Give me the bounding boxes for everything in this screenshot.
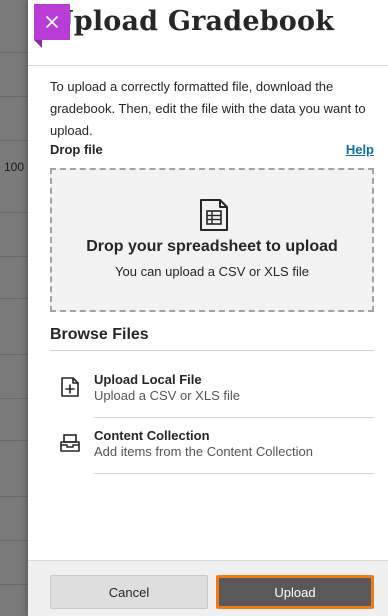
divider: [50, 350, 374, 351]
spreadsheet-icon: [200, 199, 228, 231]
grid-line: [0, 496, 28, 497]
panel-footer: Cancel Upload: [28, 560, 388, 616]
divider: [94, 417, 374, 418]
upload-local-file-option[interactable]: Upload Local File Upload a CSV or XLS fi…: [50, 364, 374, 418]
drop-zone-subtitle: You can upload a CSV or XLS file: [115, 264, 309, 279]
close-button[interactable]: [34, 4, 70, 48]
divider: [94, 473, 374, 474]
drop-zone[interactable]: Drop your spreadsheet to upload You can …: [50, 168, 374, 312]
grid-line: [0, 354, 28, 355]
page-title: Upload Gradebook: [50, 6, 335, 37]
grid-line: [0, 140, 28, 141]
help-link[interactable]: Help: [346, 142, 374, 157]
gradebook-background: 100: [0, 0, 28, 616]
grid-line: [0, 212, 28, 213]
grid-line: [0, 440, 28, 441]
cancel-button[interactable]: Cancel: [50, 575, 208, 609]
option-title: Upload Local File: [94, 372, 202, 387]
upload-file-icon: [61, 377, 79, 397]
browse-files-heading: Browse Files: [50, 326, 149, 343]
grid-line: [0, 584, 28, 585]
option-title: Content Collection: [94, 428, 210, 443]
gradebook-cell-value: 100: [4, 160, 25, 174]
drop-file-label: Drop file: [50, 142, 103, 157]
close-icon: [46, 16, 58, 28]
grid-line: [0, 398, 28, 399]
upload-gradebook-panel: Upload Gradebook To upload a correctly f…: [28, 0, 388, 616]
drop-zone-title: Drop your spreadsheet to upload: [86, 238, 338, 255]
grid-line: [0, 256, 28, 257]
grid-line: [0, 96, 28, 97]
option-subtitle: Upload a CSV or XLS file: [94, 388, 240, 403]
grid-line: [0, 52, 28, 53]
intro-text: To upload a correctly formatted file, do…: [50, 79, 366, 138]
upload-button[interactable]: Upload: [216, 575, 374, 609]
content-collection-icon: [60, 434, 80, 452]
content-collection-option[interactable]: Content Collection Add items from the Co…: [50, 420, 374, 474]
option-subtitle: Add items from the Content Collection: [94, 444, 313, 459]
grid-line: [0, 540, 28, 541]
panel-header: Upload Gradebook: [28, 0, 388, 66]
grid-line: [0, 298, 28, 299]
